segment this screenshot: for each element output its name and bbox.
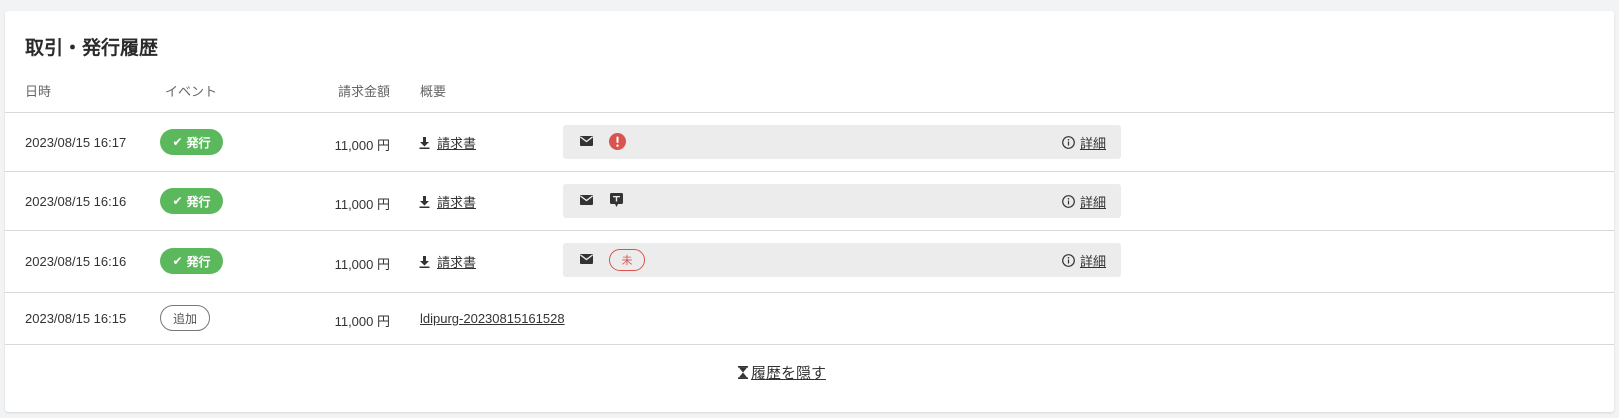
detail-link[interactable]: 詳細: [1062, 192, 1106, 211]
invoice-download-link[interactable]: 請求書: [419, 252, 476, 271]
event-badge-issued: ✔ 発行: [160, 129, 223, 155]
hide-history-button[interactable]: 履歴を隠す: [738, 362, 826, 383]
unread-status-badge: 未: [609, 249, 645, 271]
check-icon: ✔: [172, 135, 183, 149]
column-header-event: イベント: [165, 85, 218, 100]
info-icon: [1062, 254, 1075, 267]
check-icon: ✔: [172, 194, 183, 208]
delivery-status-panel: 未 詳細: [563, 243, 1121, 277]
mail-icon: [580, 136, 593, 146]
invoice-download-link[interactable]: 請求書: [419, 192, 476, 211]
hourglass-icon: [738, 366, 748, 379]
divider: [5, 344, 1614, 345]
table-row: 2023/08/15 16:17 ✔ 発行 11,000 円 請求書 詳細: [5, 113, 1614, 171]
error-icon: [609, 133, 626, 150]
delivery-status-panel: 詳細: [563, 125, 1121, 159]
mail-icon: [580, 195, 593, 205]
row-date: 2023/08/15 16:15: [25, 311, 127, 326]
row-amount: 11,000 円: [334, 138, 390, 153]
detail-link[interactable]: 詳細: [1062, 133, 1106, 152]
history-card: 取引・発行履歴 日時 イベント 請求金額 概要 2023/08/15 16:17…: [5, 11, 1614, 412]
row-date: 2023/08/15 16:16: [25, 194, 127, 209]
reference-link[interactable]: ldipurg-20230815161528: [420, 311, 565, 326]
row-amount: 11,000 円: [334, 257, 390, 272]
info-icon: [1062, 136, 1075, 149]
detail-link[interactable]: 詳細: [1062, 251, 1106, 270]
table-row: 2023/08/15 16:16 ✔ 発行 11,000 円 請求書 未 詳細: [5, 231, 1614, 292]
invoice-download-link[interactable]: 請求書: [419, 133, 476, 152]
column-header-summary: 概要: [420, 85, 447, 100]
mail-icon: [580, 254, 593, 264]
check-icon: ✔: [172, 254, 183, 268]
row-amount: 11,000 円: [334, 197, 390, 212]
table-row: 2023/08/15 16:15 追加 11,000 円 ldipurg-202…: [5, 293, 1614, 344]
download-icon: [419, 136, 430, 149]
event-badge-added: 追加: [160, 305, 210, 331]
delivery-status-panel: 詳細: [563, 184, 1121, 218]
column-header-date: 日時: [25, 85, 52, 100]
row-date: 2023/08/15 16:16: [25, 254, 127, 269]
download-icon: [419, 255, 430, 268]
event-badge-issued: ✔ 発行: [160, 188, 223, 214]
info-icon: [1062, 195, 1075, 208]
message-icon: [610, 193, 623, 207]
event-badge-issued: ✔ 発行: [160, 248, 223, 274]
row-amount: 11,000 円: [334, 314, 390, 329]
row-date: 2023/08/15 16:17: [25, 135, 127, 150]
table-row: 2023/08/15 16:16 ✔ 発行 11,000 円 請求書 詳細: [5, 172, 1614, 230]
column-header-amount: 請求金額: [337, 85, 390, 100]
card-title: 取引・発行履歴: [25, 37, 159, 59]
download-icon: [419, 195, 430, 208]
